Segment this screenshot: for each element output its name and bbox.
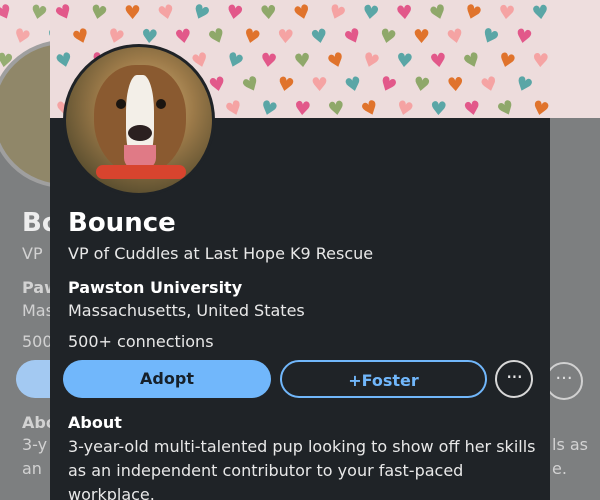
heart-icon: ♥ [292, 49, 313, 73]
heart-icon: ♥ [413, 26, 431, 48]
heart-icon: ♥ [222, 95, 247, 118]
heart-icon: ♥ [259, 1, 278, 25]
dog-nose [128, 125, 152, 141]
heart-icon: ♥ [324, 0, 349, 27]
heart-icon: ♥ [496, 1, 517, 25]
dog-eye-left [116, 99, 126, 109]
heart-icon: ♥ [188, 0, 213, 27]
adopt-button[interactable]: Adopt [63, 360, 271, 398]
heart-icon: ♥ [359, 47, 383, 75]
heart-icon: ♥ [123, 1, 142, 25]
heart-icon: ♥ [275, 72, 297, 98]
heart-icon: ♥ [376, 24, 399, 50]
heart-icon: ♥ [461, 0, 485, 27]
heart-icon: ♥ [326, 96, 347, 118]
heart-icon: ♥ [276, 25, 295, 49]
heart-icon: ♥ [222, 47, 247, 75]
profile-location: Massachusetts, United States [68, 301, 305, 320]
profile-card: ♥ ♥ ♥ ♥ ♥ ♥ ♥ ♥ ♥ ♥ ♥ ♥ ♥ ♥ ♥ ♥ ♥ ♥ ♥ ♥ ♥ ♥ ♥ ♥ ♥ ♥ ♥ ♥ ♥ ♥ ♥ ♥ ♥ ♥ ♥ ♥ ♥ ♥ ♥ ♥… [50, 0, 550, 500]
heart-icon: ♥ [495, 48, 518, 74]
profile-school[interactable]: Pawston University [68, 278, 242, 297]
heart-icon: ♥ [426, 0, 450, 27]
about-text: 3-year-old multi-talented pup looking to… [68, 437, 536, 500]
heart-icon: ♥ [478, 72, 501, 98]
profile-connections[interactable]: 500+ connections [68, 332, 214, 351]
heart-icon: ♥ [240, 24, 263, 50]
heart-icon: ♥ [446, 73, 465, 97]
heart-icon: ♥ [51, 0, 77, 27]
heart-icon: ♥ [511, 71, 536, 99]
heart-icon: ♥ [69, 23, 94, 51]
heart-icon: ♥ [293, 97, 312, 118]
heart-icon: ♥ [529, 96, 550, 118]
heart-icon: ♥ [428, 48, 449, 74]
heart-icon: ♥ [411, 72, 432, 98]
heart-icon: ♥ [341, 23, 366, 51]
heart-icon: ♥ [530, 1, 550, 25]
heart-icon: ♥ [205, 23, 230, 51]
heart-icon: ♥ [429, 97, 448, 118]
heart-icon: ♥ [393, 96, 416, 118]
heart-icon: ♥ [53, 48, 76, 74]
heart-icon: ♥ [358, 95, 383, 118]
heart-icon: ♥ [549, 26, 550, 49]
heart-icon: ♥ [257, 96, 281, 118]
heart-icon: ♥ [88, 0, 110, 26]
heart-icon: ♥ [324, 47, 349, 75]
heart-icon: ♥ [461, 96, 483, 118]
heart-icon: ♥ [258, 49, 279, 73]
heart-icon: ♥ [444, 24, 467, 50]
dog-collar [96, 165, 186, 179]
heart-icon: ♥ [155, 0, 178, 26]
heart-icon: ♥ [460, 47, 485, 75]
heart-icon: ♥ [173, 24, 194, 50]
more-options-icon[interactable]: ··· [495, 360, 533, 398]
heart-icon: ♥ [342, 72, 365, 98]
heart-icon: ♥ [395, 1, 414, 25]
heart-icon: ♥ [224, 0, 245, 26]
heart-icon: ♥ [238, 71, 264, 99]
heart-icon: ♥ [310, 73, 329, 97]
heart-icon: ♥ [360, 0, 381, 26]
about-title: About [68, 413, 122, 432]
heart-icon: ♥ [513, 24, 535, 50]
heart-icon: ♥ [308, 24, 330, 50]
heart-icon: ♥ [477, 23, 502, 51]
foster-button[interactable]: +Foster [280, 360, 487, 398]
profile-name: Bounce [68, 208, 176, 238]
heart-icon: ♥ [375, 71, 400, 99]
heart-icon: ♥ [395, 49, 415, 73]
profile-headline: VP of Cuddles at Last Hope K9 Rescue [68, 244, 374, 263]
profile-avatar[interactable] [63, 44, 215, 196]
heart-icon: ♥ [531, 49, 550, 73]
heart-icon: ♥ [547, 72, 550, 98]
heart-icon: ♥ [291, 0, 314, 26]
dog-eye-right [156, 99, 166, 109]
heart-icon: ♥ [494, 95, 519, 118]
